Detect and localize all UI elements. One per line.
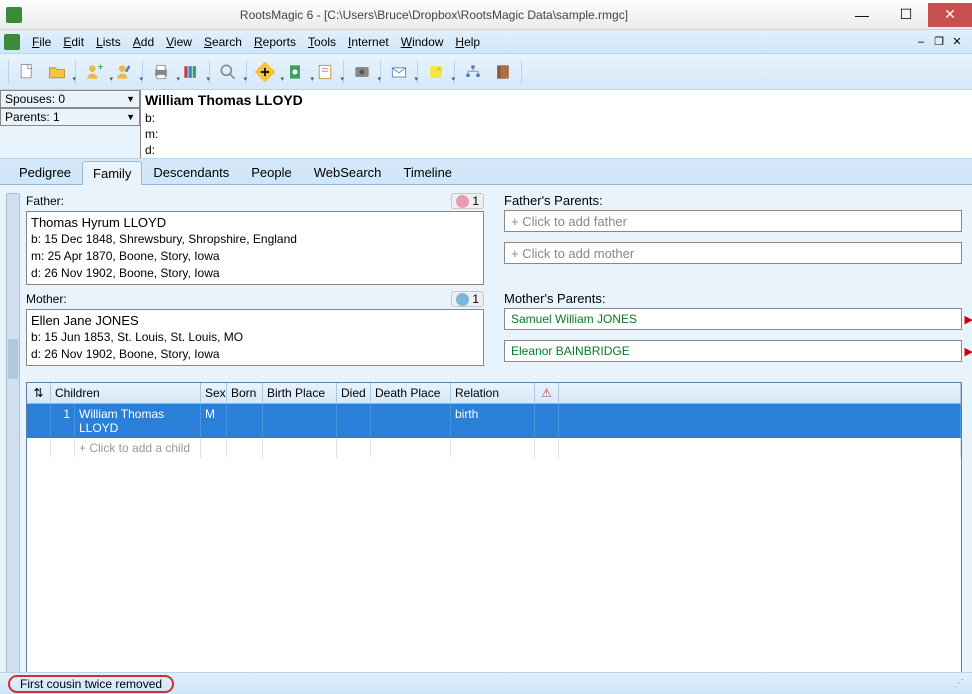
col-born[interactable]: Born xyxy=(227,383,263,403)
person-blue-icon xyxy=(456,293,469,306)
child-row[interactable]: 1 William Thomas LLOYD M birth xyxy=(27,404,961,438)
title-bar: RootsMagic 6 - [C:\Users\Bruce\Dropbox\R… xyxy=(0,0,972,30)
children-table: ⇅ Children Sex Born Birth Place Died Dea… xyxy=(26,382,962,681)
tool-note[interactable]: ▾ xyxy=(422,58,450,86)
toolbar: ▾ +▾ ▾ ▾ ▾ ▾ ▾ ▾ ▾ ▾ ▾ ▾ xyxy=(0,54,972,90)
menu-search[interactable]: Search xyxy=(198,33,248,51)
tab-people[interactable]: People xyxy=(240,160,302,184)
add-child-row[interactable]: + Click to add a child xyxy=(27,438,961,458)
col-sex[interactable]: Sex xyxy=(201,383,227,403)
mother-name: Ellen Jane JONES xyxy=(31,312,479,329)
menu-help[interactable]: Help xyxy=(449,33,486,51)
mother-box[interactable]: Ellen Jane JONES b: 15 Jun 1853, St. Lou… xyxy=(26,309,484,366)
app-menu-icon xyxy=(4,34,20,50)
add-paternal-grandfather[interactable]: + Click to add father xyxy=(504,210,962,232)
father-label: Father:1 xyxy=(26,193,484,209)
mdi-minimize-icon[interactable]: – xyxy=(914,35,928,49)
tool-exit[interactable] xyxy=(489,58,517,86)
tool-search[interactable]: ▾ xyxy=(214,58,242,86)
mother-death: d: 26 Nov 1902, Boone, Story, Iowa xyxy=(31,346,479,363)
family-view: Father:1 Thomas Hyrum LLOYD b: 15 Dec 18… xyxy=(0,185,972,685)
person-name: William Thomas LLOYD xyxy=(145,90,968,110)
col-birth-place[interactable]: Birth Place xyxy=(263,383,337,403)
maternal-grandmother[interactable]: Eleanor BAINBRIDGE▶ xyxy=(504,340,962,362)
menu-file[interactable]: File xyxy=(26,33,57,51)
father-name: Thomas Hyrum LLOYD xyxy=(31,214,479,231)
person-marriage: m: xyxy=(145,126,968,142)
col-died[interactable]: Died xyxy=(337,383,371,403)
relationship-status: First cousin twice removed xyxy=(8,675,174,693)
tab-pedigree[interactable]: Pedigree xyxy=(8,160,82,184)
person-birth: b: xyxy=(145,110,968,126)
add-paternal-grandmother[interactable]: + Click to add mother xyxy=(504,242,962,264)
mother-badge[interactable]: 1 xyxy=(451,291,484,307)
scrollbar-thumb[interactable] xyxy=(8,339,18,379)
menu-add[interactable]: Add xyxy=(127,33,160,51)
tool-edit-person[interactable]: ▾ xyxy=(110,58,138,86)
svg-text:+: + xyxy=(97,62,103,73)
tool-media[interactable]: ▾ xyxy=(348,58,376,86)
app-icon xyxy=(6,7,22,23)
parents-selector[interactable]: Parents: 1▼ xyxy=(0,108,140,126)
menu-view[interactable]: View xyxy=(160,33,198,51)
fathers-parents-label: Father's Parents: xyxy=(504,193,962,208)
tool-research[interactable]: ▾ xyxy=(281,58,309,86)
mother-birth: b: 15 Jun 1853, St. Louis, St. Louis, MO xyxy=(31,329,479,346)
mdi-restore-icon[interactable]: ❐ xyxy=(932,35,946,49)
menu-bar: File Edit Lists Add View Search Reports … xyxy=(0,30,972,54)
father-death: d: 26 Nov 1902, Boone, Story, Iowa xyxy=(31,265,479,282)
tool-print[interactable]: ▾ xyxy=(147,58,175,86)
info-strip: Spouses: 0▼ Parents: 1▼ William Thomas L… xyxy=(0,90,972,159)
tool-open-file[interactable]: ▾ xyxy=(43,58,71,86)
nav-right-icon[interactable]: ▶ xyxy=(965,313,972,326)
dropdown-arrow-icon: ▼ xyxy=(126,94,135,104)
father-birth: b: 15 Dec 1848, Shrewsbury, Shropshire, … xyxy=(31,231,479,248)
father-box[interactable]: Thomas Hyrum LLOYD b: 15 Dec 1848, Shrew… xyxy=(26,211,484,285)
tool-certificate[interactable]: ▾ xyxy=(311,58,339,86)
col-relation[interactable]: Relation xyxy=(451,383,535,403)
status-bar: First cousin twice removed ⋰ xyxy=(0,672,972,694)
col-warning[interactable]: ⚠ xyxy=(535,383,559,403)
tool-tree[interactable] xyxy=(459,58,487,86)
tab-websearch[interactable]: WebSearch xyxy=(303,160,393,184)
person-pink-icon xyxy=(456,195,469,208)
window-title: RootsMagic 6 - [C:\Users\Bruce\Dropbox\R… xyxy=(28,8,840,22)
resize-grip-icon[interactable]: ⋰ xyxy=(954,678,964,689)
nav-right-icon[interactable]: ▶ xyxy=(965,345,972,358)
col-children[interactable]: Children xyxy=(51,383,201,403)
dropdown-arrow-icon: ▼ xyxy=(126,112,135,122)
minimize-button[interactable]: — xyxy=(840,3,884,27)
person-death: d: xyxy=(145,142,968,158)
tool-books[interactable]: ▾ xyxy=(177,58,205,86)
vertical-scrollbar[interactable] xyxy=(6,193,20,677)
menu-internet[interactable]: Internet xyxy=(342,33,395,51)
children-header: ⇅ Children Sex Born Birth Place Died Dea… xyxy=(27,383,961,404)
maternal-grandfather[interactable]: Samuel William JONES▶ xyxy=(504,308,962,330)
father-marriage: m: 25 Apr 1870, Boone, Story, Iowa xyxy=(31,248,479,265)
tab-timeline[interactable]: Timeline xyxy=(392,160,463,184)
view-tabs: Pedigree Family Descendants People WebSe… xyxy=(0,159,972,185)
spouses-selector[interactable]: Spouses: 0▼ xyxy=(0,90,140,108)
tab-family[interactable]: Family xyxy=(82,161,142,185)
tool-navigate[interactable]: ▾ xyxy=(251,58,279,86)
warning-icon: ⚠ xyxy=(541,386,552,400)
mothers-parents-label: Mother's Parents: xyxy=(504,291,962,306)
maximize-button[interactable]: ☐ xyxy=(884,3,928,27)
menu-lists[interactable]: Lists xyxy=(90,33,127,51)
mother-label: Mother:1 xyxy=(26,291,484,307)
col-sort[interactable]: ⇅ xyxy=(27,383,51,403)
mdi-close-icon[interactable]: ✕ xyxy=(950,35,964,49)
menu-window[interactable]: Window xyxy=(395,33,450,51)
menu-tools[interactable]: Tools xyxy=(302,33,342,51)
tool-mail[interactable]: ▾ xyxy=(385,58,413,86)
tab-descendants[interactable]: Descendants xyxy=(142,160,240,184)
menu-edit[interactable]: Edit xyxy=(57,33,90,51)
tool-add-person[interactable]: +▾ xyxy=(80,58,108,86)
col-death-place[interactable]: Death Place xyxy=(371,383,451,403)
close-button[interactable]: ✕ xyxy=(928,3,972,27)
tool-new-file[interactable] xyxy=(13,58,41,86)
father-badge[interactable]: 1 xyxy=(451,193,484,209)
menu-reports[interactable]: Reports xyxy=(248,33,302,51)
